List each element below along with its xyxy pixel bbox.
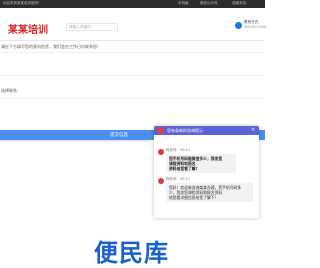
- contact-method-field[interactable]: 选择联系: [1, 88, 17, 94]
- search-input[interactable]: 请输入关键词: [69, 25, 91, 30]
- message-line: 给您看详细信息给您了解下！: [169, 195, 219, 200]
- chat-header: 您有条新的咨询提示 ×: [154, 126, 259, 135]
- form-divider: [0, 75, 265, 76]
- welcome-text: 欢迎来到某某培训官网！: [3, 1, 42, 5]
- message-sender: 阿老师: [166, 177, 177, 181]
- search-box[interactable]: 请输入关键词: [66, 23, 118, 31]
- form-divider: [0, 52, 265, 53]
- message-sender: 阿老师: [166, 148, 177, 152]
- form-bottom-strip: [0, 140, 150, 142]
- close-icon[interactable]: ×: [251, 127, 255, 133]
- avatar: [158, 149, 164, 155]
- phone-icon: [235, 22, 242, 29]
- header-divider: [0, 40, 265, 41]
- message-line: 资料给您看了嘛？: [169, 166, 200, 171]
- chat-title: 您有条新的咨询提示: [167, 128, 203, 133]
- topbar-link-favorite[interactable]: 收藏本站: [232, 1, 246, 6]
- site-logo[interactable]: 某某培训: [5, 21, 63, 36]
- site-header: 某某培训 请输入关键词 联系方式 400-000-0000: [0, 8, 267, 40]
- message-bubble: 您好！欢迎来咨询某某办理，您手机号码多 少，我发您课程资料和报名资料 给您看详细…: [166, 183, 253, 202]
- agent-avatar-icon: [157, 127, 164, 134]
- form-divider: [0, 97, 265, 98]
- topbar-link-wechat[interactable]: 微信公众号: [200, 1, 218, 6]
- submit-button-label: 提交信息: [110, 133, 128, 138]
- logo-text: 某某培训: [8, 25, 48, 36]
- topbar-link-mobile[interactable]: 手机版: [178, 1, 189, 6]
- message-time: 09:11: [180, 148, 191, 152]
- avatar: [158, 178, 164, 184]
- message-time: 09:11: [180, 177, 191, 181]
- form-notice: 请在下方填写您的意向信息，我们会在工作日内联系您！: [1, 44, 101, 49]
- message-bubble: 您手机号码能微信多少，我发您 课程资料和报名 资料给您看了嘛？: [166, 154, 236, 173]
- chat-popup[interactable]: 您有条新的咨询提示 × 阿老师 09:11 您手机号码能微信多少，我发您 课程资…: [154, 126, 259, 218]
- watermark-logo: 便民库: [94, 238, 169, 267]
- contact-number: 400-000-0000: [244, 25, 267, 29]
- top-bar: 欢迎来到某某培训官网！ 手机版 微信公众号 收藏本站: [0, 0, 265, 8]
